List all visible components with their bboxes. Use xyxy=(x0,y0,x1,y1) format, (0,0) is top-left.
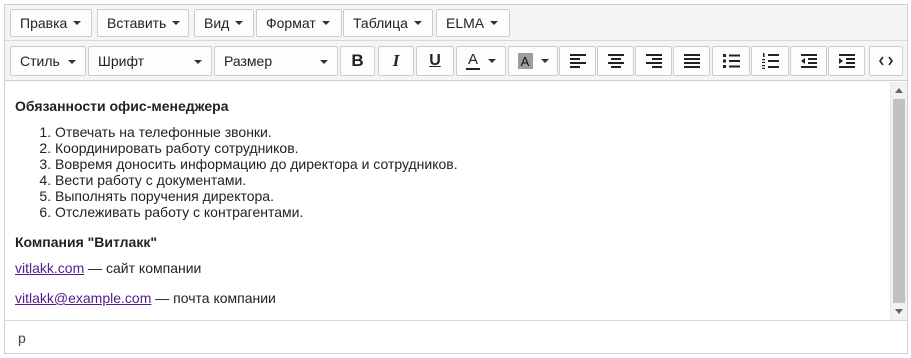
menu-edit[interactable]: Правка xyxy=(10,9,92,37)
style-select[interactable]: Стиль xyxy=(10,46,86,76)
list-item: Вовремя доносить информацию до директора… xyxy=(55,156,881,172)
align-left-button[interactable] xyxy=(559,46,596,76)
content-scrollbar[interactable] xyxy=(890,82,907,320)
email-link[interactable]: vitlakk@example.com xyxy=(15,290,151,306)
chevron-down-icon xyxy=(488,59,496,63)
bold-button[interactable]: B xyxy=(340,46,375,76)
text-color-glyph: A xyxy=(467,50,478,68)
align-right-icon xyxy=(645,54,662,68)
scrollbar-thumb[interactable] xyxy=(893,99,905,303)
chevron-down-icon xyxy=(68,60,76,64)
align-justify-icon xyxy=(683,54,700,68)
heading-company: Компания "Витлакк" xyxy=(15,234,157,250)
outdent-button[interactable] xyxy=(790,46,827,76)
background-color-icon: A xyxy=(517,53,533,69)
size-select[interactable]: Размер xyxy=(214,46,338,76)
duties-list: Отвечать на телефонные звонки. Координир… xyxy=(15,124,881,220)
source-code-button[interactable] xyxy=(869,46,903,76)
menu-view[interactable]: Вид xyxy=(194,9,254,37)
underline-button[interactable]: U xyxy=(416,46,454,76)
toolbar: Стиль Шрифт Размер B I U A A xyxy=(5,41,907,81)
indent-icon xyxy=(838,54,855,68)
site-link[interactable]: vitlakk.com xyxy=(15,260,84,276)
menu-elma-label: ELMA xyxy=(446,15,485,31)
menu-edit-label: Правка xyxy=(20,15,68,31)
list-item: Отвечать на телефонные звонки. xyxy=(55,124,881,140)
numbered-list-icon xyxy=(761,53,779,69)
email-paragraph: vitlakk@example.com — почта компании xyxy=(15,290,881,306)
chevron-down-icon xyxy=(320,60,328,64)
outdent-icon xyxy=(800,54,817,68)
chevron-down-icon xyxy=(321,21,330,25)
menu-table[interactable]: Таблица xyxy=(343,9,433,37)
menu-insert[interactable]: Вставить xyxy=(97,9,189,37)
text-color-button[interactable]: A xyxy=(456,46,506,76)
text-color-swatch xyxy=(466,67,480,70)
size-select-label: Размер xyxy=(224,53,273,69)
chevron-down-icon xyxy=(413,21,422,25)
font-select[interactable]: Шрифт xyxy=(88,46,212,76)
align-center-button[interactable] xyxy=(597,46,634,76)
italic-button[interactable]: I xyxy=(378,46,414,76)
chevron-down-icon xyxy=(73,21,82,25)
list-item: Отслеживать работу с контрагентами. xyxy=(55,204,881,220)
menubar: Правка Вставить Вид Формат Таблица ELMA xyxy=(5,5,907,41)
menu-table-label: Таблица xyxy=(353,15,408,31)
bullet-list-button[interactable] xyxy=(712,46,750,76)
align-justify-button[interactable] xyxy=(673,46,710,76)
site-description: — сайт компании xyxy=(84,260,202,276)
bullet-list-icon xyxy=(722,54,740,68)
chevron-down-icon xyxy=(235,21,244,25)
align-left-icon xyxy=(569,54,586,68)
rich-text-editor: Правка Вставить Вид Формат Таблица ELMA … xyxy=(4,4,908,354)
text-color-icon: A xyxy=(466,50,480,70)
list-item: Координировать работу сотрудников. xyxy=(55,140,881,156)
element-path[interactable]: p xyxy=(18,330,26,346)
scroll-down-icon[interactable] xyxy=(895,309,903,314)
list-item: Вести работу с документами. xyxy=(55,172,881,188)
chevron-down-icon xyxy=(172,21,181,25)
align-right-button[interactable] xyxy=(635,46,672,76)
style-select-label: Стиль xyxy=(20,53,60,69)
email-description: — почта компании xyxy=(151,290,276,306)
italic-icon: I xyxy=(392,51,400,70)
editor-content[interactable]: Обязанности офис-менеджера Отвечать на т… xyxy=(5,82,891,320)
menu-format[interactable]: Формат xyxy=(256,9,342,37)
font-select-label: Шрифт xyxy=(98,53,145,69)
indent-button[interactable] xyxy=(828,46,865,76)
bold-icon: B xyxy=(351,51,364,70)
statusbar: p xyxy=(5,320,907,353)
heading-duties: Обязанности офис-менеджера xyxy=(15,98,229,114)
background-color-glyph: A xyxy=(520,53,530,69)
site-paragraph: vitlakk.com — сайт компании xyxy=(15,260,881,276)
chevron-down-icon xyxy=(490,21,499,25)
background-color-button[interactable]: A xyxy=(508,46,558,76)
underline-icon: U xyxy=(429,52,441,69)
align-center-icon xyxy=(607,54,624,68)
menu-view-label: Вид xyxy=(204,15,230,31)
menu-elma[interactable]: ELMA xyxy=(436,9,510,37)
scroll-up-icon[interactable] xyxy=(895,88,903,93)
list-item: Выполнять поручения директора. xyxy=(55,188,881,204)
menu-insert-label: Вставить xyxy=(107,15,167,31)
numbered-list-button[interactable] xyxy=(751,46,789,76)
chevron-down-icon xyxy=(194,60,202,64)
menu-format-label: Формат xyxy=(266,15,316,31)
source-code-icon xyxy=(879,56,893,66)
chevron-down-icon xyxy=(540,59,549,63)
